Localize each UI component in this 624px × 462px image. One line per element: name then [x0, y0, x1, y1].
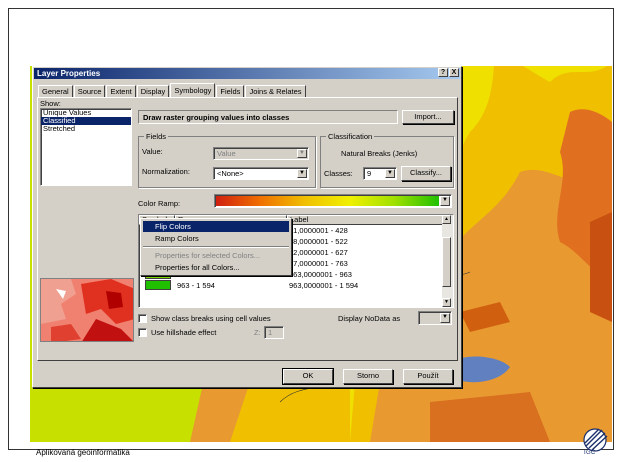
chevron-down-icon: ▼ [297, 169, 307, 178]
show-list[interactable]: Unique Values Classified Stretched [40, 108, 132, 186]
menu-item-ramp-colors[interactable]: Ramp Colors [143, 233, 289, 244]
ok-button[interactable]: OK [282, 368, 334, 385]
nodata-color-select[interactable]: ▼ [418, 311, 452, 325]
grid-scrollbar[interactable]: ▲ ▼ [442, 215, 453, 307]
renderer-heading: Draw raster grouping values into classes [143, 113, 290, 122]
show-label: Show: [40, 99, 61, 108]
menu-item-flip-colors[interactable]: Flip Colors [143, 221, 289, 232]
class-swatch[interactable] [145, 280, 171, 290]
scroll-down-icon[interactable]: ▼ [442, 298, 451, 307]
classification-method: Natural Breaks (Jenks) [341, 149, 418, 158]
dialog-title: Layer Properties [37, 69, 101, 78]
show-class-breaks-label: Show class breaks using cell values [151, 314, 271, 323]
class-label: 22,0000001 - 627 [289, 248, 348, 257]
help-button[interactable]: ? [438, 68, 448, 77]
footer-text: Aplikovaná geoinformatika [36, 448, 130, 457]
preview-thumbnail [40, 278, 134, 342]
show-class-breaks-checkbox[interactable] [138, 314, 147, 323]
apply-button[interactable]: Použít [403, 369, 453, 384]
classify-button[interactable]: Classify... [401, 166, 451, 181]
col-label-header[interactable]: Label [287, 215, 443, 225]
value-select-text: Value [217, 149, 236, 158]
dialog-titlebar[interactable]: Layer Properties [34, 68, 460, 79]
class-label: 763,0000001 - 963 [289, 270, 352, 279]
classes-select-text: 9 [367, 169, 372, 178]
z-factor-field[interactable]: 1 [264, 326, 284, 339]
classification-group: Classification Natural Breaks (Jenks) Cl… [320, 132, 454, 188]
chevron-down-icon: ▼ [440, 196, 450, 206]
fields-group: Fields Value: Value ▼ Normalization: <No… [138, 132, 316, 188]
fields-group-title: Fields [144, 132, 169, 141]
class-label: 31,0000001 - 428 [289, 226, 348, 235]
chevron-down-icon: ▼ [297, 149, 307, 158]
import-button[interactable]: Import... [402, 110, 454, 124]
normalization-select[interactable]: <None> ▼ [213, 167, 309, 180]
table-row[interactable]: 963 - 1 594 963,0000001 - 1 594 [141, 280, 441, 291]
chevron-down-icon: ▼ [440, 313, 450, 323]
menu-item-properties-selected[interactable]: Properties for selected Colors... [143, 250, 289, 261]
close-button[interactable]: X [449, 68, 459, 77]
scroll-up-icon[interactable]: ▲ [442, 215, 451, 224]
classes-select[interactable]: 9 ▼ [363, 167, 397, 180]
tab-symbology[interactable]: Symbology [170, 83, 216, 98]
class-label: 27,0000001 - 763 [289, 259, 348, 268]
value-label: Value: [142, 147, 163, 156]
cancel-button[interactable]: Storno [343, 369, 393, 384]
classes-label: Classes: [324, 169, 353, 178]
classification-group-title: Classification [326, 132, 375, 141]
heading-box: Draw raster grouping values into classes [138, 110, 398, 124]
menu-separator [143, 246, 289, 248]
show-item-stretched[interactable]: Stretched [41, 125, 131, 133]
scroll-thumb[interactable] [442, 237, 451, 287]
context-menu: Flip Colors Ramp Colors Properties for s… [140, 218, 292, 276]
color-ramp-label: Color Ramp: [138, 199, 181, 208]
class-range: 963 - 1 594 [177, 281, 215, 290]
menu-item-properties-all[interactable]: Properties for all Colors... [143, 262, 289, 273]
z-factor-value: 1 [268, 328, 273, 337]
chevron-down-icon: ▼ [385, 169, 395, 178]
hillshade-label: Use hillshade effect [151, 328, 217, 337]
hillshade-checkbox[interactable] [138, 328, 147, 337]
z-label: Z: [254, 328, 261, 337]
value-select[interactable]: Value ▼ [213, 147, 309, 160]
normalization-select-text: <None> [217, 169, 244, 178]
color-ramp-preview [216, 196, 439, 206]
color-ramp-select[interactable]: ▼ [214, 194, 452, 208]
class-label: 963,0000001 - 1 594 [289, 281, 359, 290]
class-label: 28,0000001 - 522 [289, 237, 348, 246]
logo-text: IGC [584, 450, 596, 456]
normalization-label: Normalization: [142, 167, 190, 176]
display-nodata-label: Display NoData as [338, 314, 401, 323]
